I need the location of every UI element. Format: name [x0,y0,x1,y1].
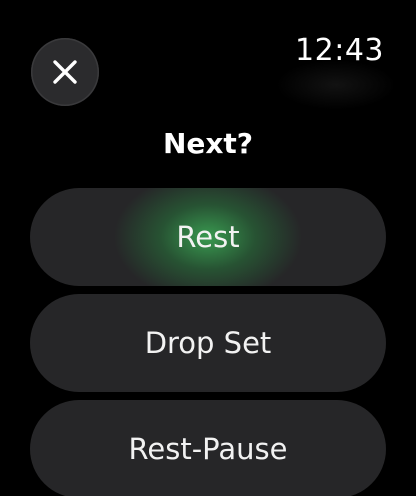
close-icon [53,60,77,84]
watch-screen: 12:43 Next? Rest Drop Set Rest-Pause [0,0,416,496]
close-button[interactable] [31,38,99,106]
option-label: Drop Set [144,326,272,360]
next-prompt: Next? [162,127,254,160]
option-rest-pause-button[interactable]: Rest-Pause [30,400,386,496]
option-list: Rest Drop Set Rest-Pause [30,188,386,496]
option-label: Rest-Pause [128,432,288,466]
option-drop-set-button[interactable]: Drop Set [30,294,386,392]
status-time: 12:43 [295,33,384,68]
option-label: Rest [176,220,240,254]
option-rest-button[interactable]: Rest [30,188,386,286]
